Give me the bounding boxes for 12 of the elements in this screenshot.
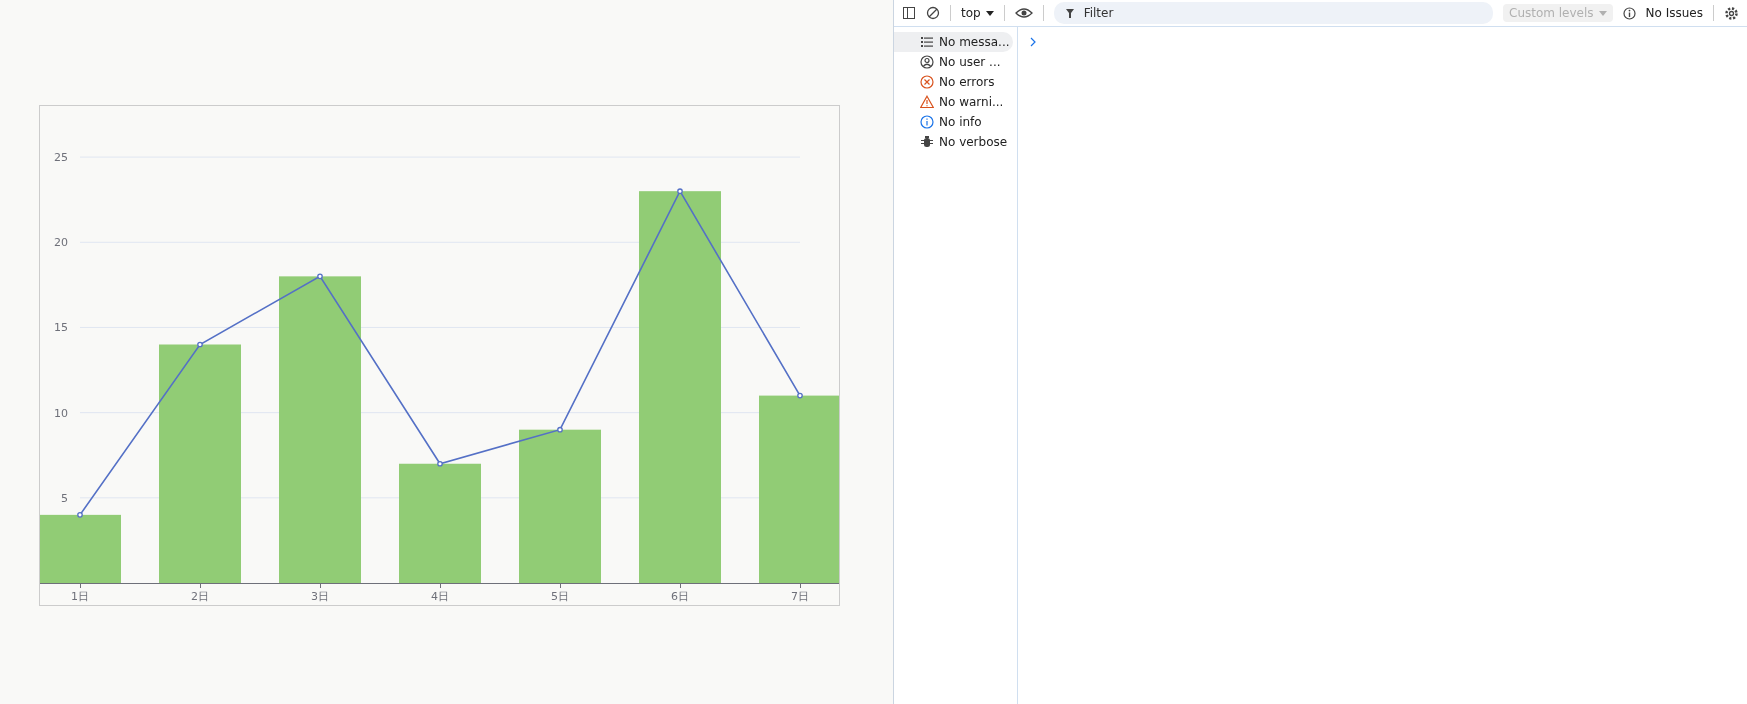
x-tick-label: 1日 [71,590,89,603]
y-tick-label: 15 [54,321,68,335]
x-tick-label: 3日 [311,590,329,603]
x-tick-label: 7日 [791,590,809,603]
x-tick-label: 5日 [551,590,569,603]
y-tick-label: 20 [54,236,68,250]
y-tick-label: 25 [54,151,68,165]
x-tick-label: 2日 [191,590,209,603]
x-tick-label: 4日 [431,590,449,603]
y-tick-label: 5 [61,491,68,505]
x-tick-label: 6日 [671,590,689,603]
y-tick-label: 10 [54,406,68,420]
